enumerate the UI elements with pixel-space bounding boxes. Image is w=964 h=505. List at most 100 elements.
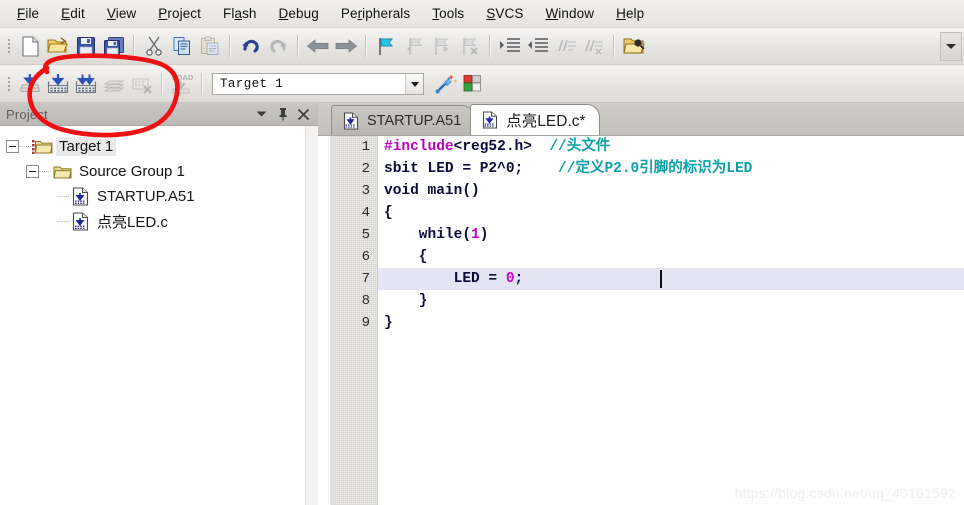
code-line[interactable]: } (378, 290, 964, 312)
code-line[interactable]: { (378, 246, 964, 268)
editor-tab-label: STARTUP.A51 (367, 112, 462, 129)
undo-icon[interactable] (236, 32, 264, 60)
code-token: sbit LED = P2^0; (384, 161, 524, 177)
code-token: 1 (471, 227, 480, 243)
find-in-files-icon[interactable] (620, 32, 648, 60)
menu-bar: File Edit View Project Flash Debug Peripherals… (0, 0, 964, 28)
build-icon[interactable] (44, 70, 72, 98)
bookmark-prev-icon[interactable] (400, 32, 428, 60)
navigate-back-icon[interactable] (304, 32, 332, 60)
code-token: //定义P2.0引脚的标识为LED (558, 161, 753, 177)
code-line[interactable]: while(1) (378, 224, 964, 246)
code-token: { (384, 249, 428, 265)
tree-item-file[interactable]: 点亮LED.c (0, 209, 306, 234)
code-line[interactable]: { (378, 202, 964, 224)
menu-item-file[interactable]: File (6, 3, 50, 24)
target-select[interactable]: Target 1 (212, 73, 424, 95)
menu-item-flash[interactable]: Flash (212, 3, 268, 24)
download-icon[interactable]: LOAD (168, 70, 196, 98)
outdent-icon[interactable] (524, 32, 552, 60)
tree-item-group[interactable]: Source Group 1 (0, 159, 306, 184)
code-token: LED = (384, 271, 506, 287)
new-file-icon[interactable] (16, 32, 44, 60)
code-line[interactable]: } (378, 312, 964, 334)
toolbar-separator (133, 35, 135, 57)
cut-icon[interactable] (140, 32, 168, 60)
project-panel-scrollbar[interactable] (305, 126, 318, 505)
tree-expander[interactable] (26, 165, 39, 178)
editor-tab-label: 点亮LED.c* (506, 113, 586, 130)
menu-item-svcs[interactable]: SVCS (475, 3, 534, 24)
tree-item-label: 点亮LED.c (97, 214, 168, 231)
build-toolbar: LOAD Target 1 (0, 66, 964, 103)
save-icon[interactable] (72, 32, 100, 60)
menu-item-edit[interactable]: Edit (50, 3, 96, 24)
bookmark-clear-icon[interactable] (456, 32, 484, 60)
menu-item-tools[interactable]: Tools (421, 3, 475, 24)
code-token: <reg52.h> (453, 139, 532, 155)
uncomment-icon[interactable] (580, 32, 608, 60)
editor-tab[interactable]: STARTUP.A51 (331, 105, 476, 135)
chevron-down-icon (946, 44, 956, 49)
toolbar-separator (201, 73, 203, 95)
stop-build-icon[interactable] (128, 70, 156, 98)
indent-icon[interactable] (496, 32, 524, 60)
tree-item-target[interactable]: Target 1 (0, 134, 306, 159)
line-number: 8 (361, 293, 370, 309)
close-icon[interactable] (293, 105, 314, 124)
tree-item-file[interactable]: STARTUP.A51 (0, 184, 306, 209)
bookmark-toggle-icon[interactable] (372, 32, 400, 60)
manage-project-icon[interactable] (460, 70, 488, 98)
code-line[interactable]: LED = 0; (378, 268, 964, 290)
text-cursor (660, 270, 662, 288)
target-icon (31, 138, 53, 156)
keil-uvision-window: File Edit View Project Flash Debug Peripherals… (0, 0, 964, 505)
toolbar-separator (229, 35, 231, 57)
chevron-down-icon (410, 81, 419, 87)
code-token: while( (384, 227, 472, 243)
file-icon (479, 111, 501, 129)
toolbar-separator (161, 73, 163, 95)
comment-icon[interactable] (552, 32, 580, 60)
open-folder-icon[interactable] (44, 32, 72, 60)
editor-left-rail (318, 136, 331, 505)
toolbar-separator (297, 35, 299, 57)
save-all-icon[interactable] (100, 32, 128, 60)
menu-item-project[interactable]: Project (147, 3, 212, 24)
bookmark-next-icon[interactable] (428, 32, 456, 60)
toolbar-grip[interactable] (4, 35, 13, 57)
translate-icon[interactable] (16, 70, 44, 98)
panel-menu-icon[interactable] (251, 105, 272, 124)
target-options-icon[interactable] (432, 70, 460, 98)
code-token: { (384, 205, 393, 221)
line-number: 1 (361, 139, 370, 155)
target-select-arrow[interactable] (405, 74, 423, 94)
menu-item-peripherals[interactable]: Peripherals (330, 3, 421, 24)
menu-item-debug[interactable]: Debug (268, 3, 330, 24)
toolbar-grip[interactable] (4, 73, 13, 95)
code-line[interactable]: void main() (378, 180, 964, 202)
menu-item-view[interactable]: View (96, 3, 147, 24)
toolbar-separator (365, 35, 367, 57)
toolbar-overflow-button[interactable] (940, 32, 962, 61)
redo-icon[interactable] (264, 32, 292, 60)
file-icon (340, 111, 362, 130)
tree-expander[interactable] (6, 140, 19, 153)
paste-icon[interactable] (196, 32, 224, 60)
navigate-forward-icon[interactable] (332, 32, 360, 60)
pin-icon[interactable] (272, 105, 293, 124)
rebuild-icon[interactable] (72, 70, 100, 98)
batch-build-icon[interactable] (100, 70, 128, 98)
svg-text:LOAD: LOAD (172, 73, 194, 82)
code-line[interactable]: sbit LED = P2^0; //定义P2.0引脚的标识为LED (378, 158, 964, 180)
project-tree[interactable]: Target 1 Source Group 1 STARTUP.A51 点亮LED.c (0, 126, 306, 505)
menu-item-window[interactable]: Window (534, 3, 605, 24)
line-number: 4 (361, 205, 370, 221)
code-line[interactable]: #include<reg52.h> //头文件 (378, 136, 964, 158)
line-number: 7 (361, 271, 370, 287)
editor-tab[interactable]: 点亮LED.c* (470, 104, 600, 135)
target-select-value: Target 1 (220, 77, 284, 91)
menu-item-help[interactable]: Help (605, 3, 655, 24)
copy-icon[interactable] (168, 32, 196, 60)
code-text-area[interactable]: #include<reg52.h> //头文件 sbit LED = P2^0; … (378, 136, 964, 505)
